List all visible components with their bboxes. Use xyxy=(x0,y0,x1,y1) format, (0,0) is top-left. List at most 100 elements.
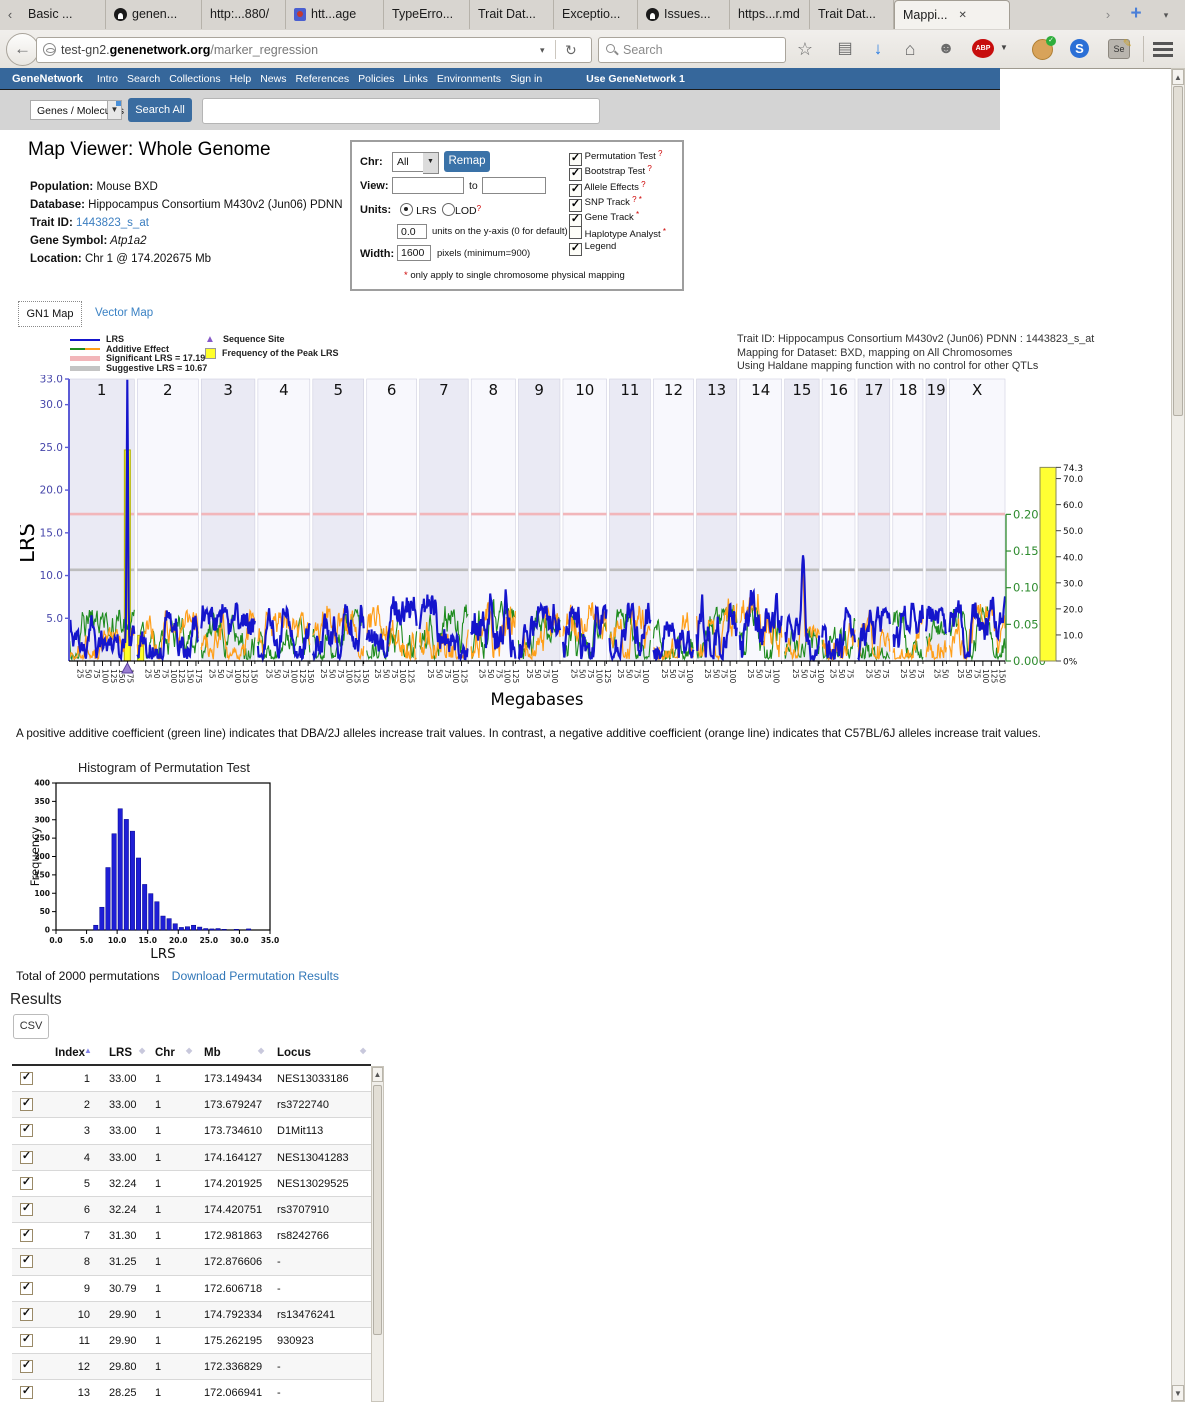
table-scrollbar-up-arrow[interactable]: ▲ xyxy=(372,1067,383,1082)
url-bar[interactable]: test-gn2.genenetwork.org/marker_regressi… xyxy=(36,37,592,63)
tab-close-icon[interactable]: ✕ xyxy=(958,1,966,30)
tab-vector-map[interactable]: Vector Map xyxy=(95,307,153,319)
adblock-plus-icon[interactable]: ABP xyxy=(972,39,994,58)
row-checkbox[interactable]: ✓ xyxy=(20,1229,33,1242)
home-icon[interactable]: ⌂ xyxy=(898,38,922,60)
download-permutation-link[interactable]: Download Permutation Results xyxy=(172,969,339,983)
s-addon-icon[interactable]: S xyxy=(1070,39,1089,58)
table-scrollbar-thumb[interactable] xyxy=(373,1085,382,1335)
nav-item-search[interactable]: Search xyxy=(127,73,160,85)
sort-icon[interactable]: ▲ xyxy=(84,1046,92,1055)
row-checkbox[interactable]: ✓ xyxy=(20,1072,33,1085)
bookmarks-menu-icon[interactable]: ▤ xyxy=(833,38,857,60)
browser-tab[interactable]: Trait Dat... xyxy=(470,0,554,29)
use-genenetwork1-link[interactable]: Use GeneNetwork 1 xyxy=(586,73,685,85)
help-mark[interactable]: ? xyxy=(645,164,652,173)
row-checkbox[interactable]: ✓ xyxy=(20,1386,33,1399)
genenetwork-brand[interactable]: GeneNetwork xyxy=(12,73,83,85)
site-identity-globe-icon[interactable] xyxy=(43,43,56,56)
checkbox-box[interactable]: ✓ xyxy=(569,243,582,256)
view-from-input[interactable] xyxy=(392,177,464,194)
scrollbar-down-arrow[interactable]: ▼ xyxy=(1172,1385,1184,1401)
reload-icon[interactable]: ↻ xyxy=(565,38,577,62)
nav-item-links[interactable]: Links xyxy=(403,73,428,85)
search-all-button[interactable]: Search All xyxy=(128,98,192,122)
sort-icon[interactable]: ◆ xyxy=(139,1046,145,1055)
nav-item-help[interactable]: Help xyxy=(230,73,252,85)
row-checkbox[interactable]: ✓ xyxy=(20,1098,33,1111)
window-scrollbar[interactable]: ▲ ▼ xyxy=(1171,68,1185,1402)
tab-list-caret-icon[interactable]: ▾ xyxy=(1156,0,1176,30)
browser-tab[interactable]: Basic ... xyxy=(20,0,106,29)
downloads-icon[interactable]: ↓ xyxy=(866,38,890,60)
row-checkbox[interactable]: ✓ xyxy=(20,1334,33,1347)
scrollbar-up-arrow[interactable]: ▲ xyxy=(1172,69,1184,85)
checkbox-legend[interactable]: ✓ Legend xyxy=(569,241,616,256)
row-checkbox[interactable]: ✓ xyxy=(20,1151,33,1164)
hamburger-menu-icon[interactable] xyxy=(1153,39,1173,45)
new-tab-button[interactable]: + xyxy=(1124,0,1148,30)
chr-select[interactable]: All xyxy=(392,152,424,172)
help-mark[interactable]: ? xyxy=(639,180,646,189)
column-header-chr[interactable]: Chr xyxy=(155,1047,175,1059)
remap-button[interactable]: Remap xyxy=(444,151,490,172)
browser-tab[interactable]: htt...age xyxy=(286,0,384,29)
row-checkbox[interactable]: ✓ xyxy=(20,1360,33,1373)
units-lod-radio[interactable]: LOD? xyxy=(442,203,481,217)
trait-id-link[interactable]: 1443823_s_at xyxy=(73,217,149,229)
nav-item-environments[interactable]: Environments xyxy=(437,73,501,85)
nav-item-policies[interactable]: Policies xyxy=(358,73,394,85)
bookmark-star-icon[interactable]: ☆ xyxy=(793,38,817,60)
browser-search-field[interactable]: Search xyxy=(598,37,786,63)
nav-item-news[interactable]: News xyxy=(260,73,286,85)
column-header-mb[interactable]: Mb xyxy=(204,1047,221,1059)
column-header-index[interactable]: Index xyxy=(55,1047,85,1059)
browser-tab[interactable]: Trait Dat... xyxy=(810,0,894,29)
row-checkbox[interactable]: ✓ xyxy=(20,1124,33,1137)
tab-scroll-right-icon[interactable]: › xyxy=(1098,0,1118,30)
nav-item-intro[interactable]: Intro xyxy=(97,73,118,85)
browser-tab[interactable]: TypeErro... xyxy=(384,0,470,29)
help-mark[interactable]: ? xyxy=(656,149,663,158)
search-category-select[interactable]: Genes / Molecules xyxy=(30,100,108,120)
scrollbar-thumb[interactable] xyxy=(1173,86,1183,416)
sort-icon[interactable]: ◆ xyxy=(258,1046,264,1055)
search-category-caret-icon[interactable]: ▼ xyxy=(108,100,122,120)
sort-icon[interactable]: ◆ xyxy=(186,1046,192,1055)
row-checkbox[interactable]: ✓ xyxy=(20,1282,33,1295)
browser-tab[interactable]: Exceptio... xyxy=(554,0,638,29)
view-to-input[interactable] xyxy=(482,177,546,194)
chr-select-caret-icon[interactable]: ▼ xyxy=(423,152,439,174)
browser-tab[interactable]: genen... xyxy=(106,0,202,29)
selenium-addon-icon[interactable]: Se xyxy=(1108,39,1130,59)
browser-tab[interactable]: Issues... xyxy=(638,0,730,29)
url-text[interactable]: test-gn2.genenetwork.org/marker_regressi… xyxy=(61,38,318,62)
help-mark[interactable]: * xyxy=(634,210,639,219)
column-header-locus[interactable]: Locus xyxy=(277,1047,311,1059)
nav-item-sign-in[interactable]: Sign in xyxy=(510,73,542,85)
messenger-icon[interactable]: ☻ xyxy=(934,38,958,60)
browser-tab[interactable]: http:...880/ xyxy=(202,0,286,29)
adblock-caret-icon[interactable]: ▼ xyxy=(1000,43,1008,52)
row-checkbox[interactable]: ✓ xyxy=(20,1308,33,1321)
units-lrs-radio[interactable]: LRS xyxy=(400,203,437,217)
url-dropdown-caret[interactable]: ▾ xyxy=(540,38,545,62)
csv-button[interactable]: CSV xyxy=(13,1014,49,1039)
cookie-addon-icon[interactable] xyxy=(1032,39,1053,60)
help-mark[interactable]: * xyxy=(661,227,666,236)
back-button[interactable]: ← xyxy=(6,33,39,66)
tab-gn1-map[interactable]: GN1 Map xyxy=(18,301,82,327)
width-input[interactable]: 1600 xyxy=(397,245,431,261)
row-checkbox[interactable]: ✓ xyxy=(20,1255,33,1268)
browser-tab[interactable]: Mappi...✕ xyxy=(894,0,1010,29)
row-checkbox[interactable]: ✓ xyxy=(20,1203,33,1216)
yaxis-units-input[interactable]: 0.0 xyxy=(397,224,427,239)
checkbox-box[interactable] xyxy=(569,226,582,239)
help-mark[interactable]: ? * xyxy=(630,195,642,204)
nav-item-collections[interactable]: Collections xyxy=(169,73,220,85)
column-header-lrs[interactable]: LRS xyxy=(109,1047,132,1059)
checkbox-haplotype-analyst[interactable]: Haplotype Analyst * xyxy=(569,226,666,240)
nav-item-references[interactable]: References xyxy=(295,73,349,85)
browser-tab[interactable]: https...r.md xyxy=(730,0,810,29)
main-search-input[interactable] xyxy=(202,98,600,124)
